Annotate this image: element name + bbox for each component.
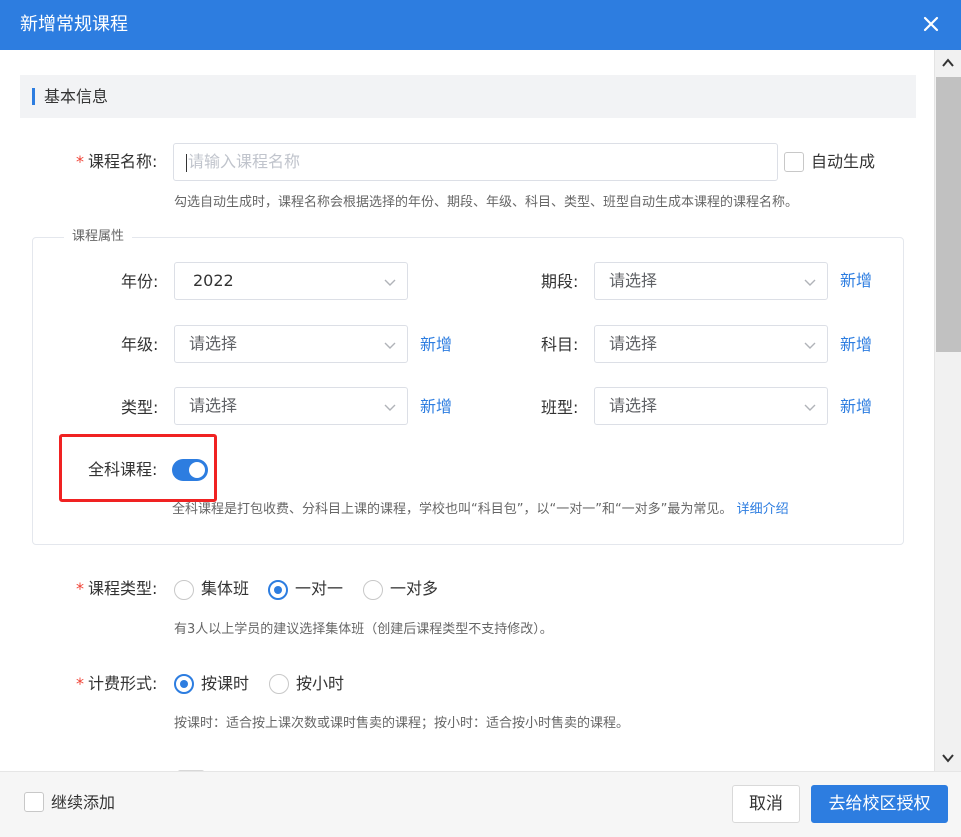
required-mark: *	[76, 674, 84, 693]
course-type-label: * 课程类型:	[76, 578, 157, 600]
continue-add-label: 继续添加	[51, 793, 116, 812]
course-name-hint: 勾选自动生成时，课程名称会根据选择的年份、期段、年级、科目、类型、班型自动生成本…	[174, 195, 799, 210]
subject-value: 请选择	[609, 334, 658, 353]
dialog-footer: 继续添加 取消 去给校区授权	[0, 771, 961, 837]
course-type-option-label: 集体班	[201, 579, 250, 598]
chevron-down-icon	[804, 404, 816, 411]
subject-label: 科目:	[541, 335, 579, 354]
chevron-down-icon	[384, 404, 396, 411]
required-mark: *	[76, 152, 84, 171]
type-add-link[interactable]: 新增	[420, 396, 452, 418]
course-type-label-text: 课程类型:	[88, 579, 158, 598]
subject-select[interactable]: 请选择	[594, 325, 828, 363]
class-type-label: 班型:	[541, 398, 579, 417]
dialog-title: 新增常规课程	[20, 14, 128, 35]
add-course-dialog: 新增常规课程 基本信息 * 课程名称: 请输入课程名称 自动生成 勾选自动生成时，…	[0, 0, 961, 837]
type-select[interactable]: 请选择	[174, 387, 408, 425]
required-mark: *	[76, 579, 84, 598]
detail-link[interactable]: 详细介绍	[737, 502, 789, 517]
full-subject-label: 全科课程:	[88, 460, 158, 479]
period-add-link[interactable]: 新增	[840, 270, 872, 292]
course-attributes-legend: 课程属性	[64, 228, 133, 246]
cancel-button[interactable]: 取消	[732, 785, 800, 823]
year-label: 年份:	[121, 272, 159, 291]
dialog-body: 基本信息 * 课程名称: 请输入课程名称 自动生成 勾选自动生成时，课程名称会根据…	[0, 50, 934, 771]
full-subject-hint: 全科课程是打包收费、分科目上课的课程，学校也叫“科目包”，以“一对一”和“一对多…	[172, 501, 789, 519]
chevron-down-icon	[384, 342, 396, 349]
period-value: 请选择	[609, 271, 658, 290]
chevron-down-icon	[804, 342, 816, 349]
dialog-titlebar: 新增常规课程	[0, 0, 961, 50]
grade-value: 请选择	[189, 334, 238, 353]
year-value: 2022	[193, 271, 234, 290]
course-type-hint: 有3人以上学员的建议选择集体班（创建后课程类型不支持修改）。	[174, 622, 553, 637]
course-name-label-text: 课程名称:	[88, 152, 158, 171]
chevron-down-icon	[804, 279, 816, 286]
billing-label-text: 计费形式:	[88, 674, 158, 693]
class-type-value: 请选择	[609, 396, 658, 415]
scroll-up-arrow-icon[interactable]	[941, 56, 955, 70]
auto-generate-label: 自动生成	[811, 152, 876, 171]
course-type-option-label: 一对一	[295, 579, 344, 598]
scrollbar-thumb[interactable]	[936, 77, 961, 352]
year-select[interactable]: 2022	[174, 262, 408, 300]
grade-select[interactable]: 请选择	[174, 325, 408, 363]
grade-add-link[interactable]: 新增	[420, 334, 452, 356]
scroll-down-arrow-icon[interactable]	[941, 751, 955, 765]
close-icon[interactable]	[921, 14, 941, 34]
text-caret	[186, 154, 187, 172]
continue-add-checkbox[interactable]	[24, 792, 44, 812]
course-name-label: * 课程名称:	[76, 151, 157, 173]
chevron-down-icon	[384, 279, 396, 286]
full-subject-toggle[interactable]	[172, 459, 208, 481]
section-header-basic-info: 基本信息	[20, 75, 916, 118]
grade-label: 年级:	[121, 335, 159, 354]
vertical-scrollbar[interactable]	[934, 50, 961, 771]
subject-add-link[interactable]: 新增	[840, 334, 872, 356]
billing-option-label: 按课时	[201, 674, 250, 693]
course-type-option-label: 一对多	[390, 579, 439, 598]
billing-radio-per-hour[interactable]	[269, 674, 289, 694]
period-label: 期段:	[541, 272, 579, 291]
course-name-input[interactable]: 请输入课程名称	[173, 143, 778, 181]
section-title: 基本信息	[44, 87, 109, 106]
billing-option-label: 按小时	[296, 674, 345, 693]
period-select[interactable]: 请选择	[594, 262, 828, 300]
course-type-radio-group-class[interactable]	[174, 580, 194, 600]
billing-label: * 计费形式:	[76, 673, 157, 695]
class-type-select[interactable]: 请选择	[594, 387, 828, 425]
course-name-placeholder: 请输入课程名称	[188, 152, 301, 171]
type-value: 请选择	[189, 396, 238, 415]
class-type-add-link[interactable]: 新增	[840, 396, 872, 418]
billing-hint: 按课时：适合按上课次数或课时售卖的课程；按小时：适合按小时售卖的课程。	[174, 716, 630, 731]
billing-radio-per-lesson[interactable]	[174, 674, 194, 694]
full-subject-hint-text: 全科课程是打包收费、分科目上课的课程，学校也叫“科目包”，以“一对一”和“一对多…	[172, 502, 733, 517]
toggle-knob	[189, 462, 205, 478]
type-label: 类型:	[121, 398, 159, 417]
section-accent-bar	[32, 88, 35, 105]
course-type-radio-one-on-one[interactable]	[268, 580, 288, 600]
course-type-radio-one-to-many[interactable]	[363, 580, 383, 600]
authorize-campus-button[interactable]: 去给校区授权	[811, 785, 948, 823]
auto-generate-checkbox[interactable]	[784, 152, 804, 172]
